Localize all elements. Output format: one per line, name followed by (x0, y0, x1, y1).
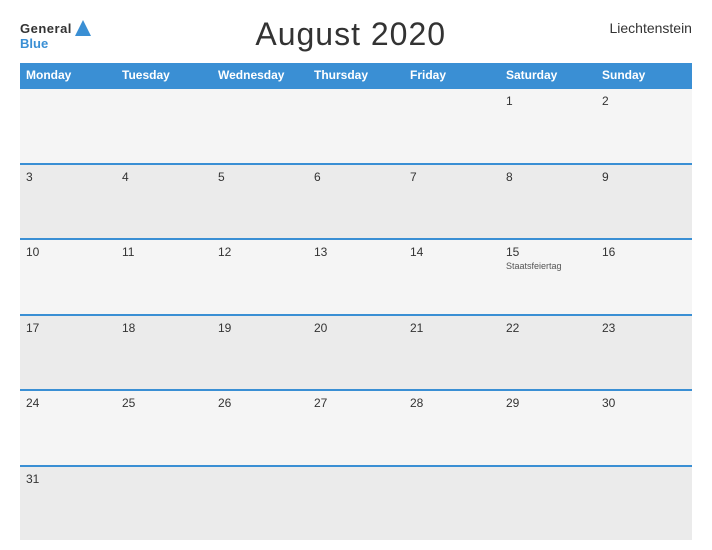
table-row[interactable]: 22 (500, 316, 596, 390)
table-row[interactable]: 9 (596, 165, 692, 239)
table-row[interactable] (404, 89, 500, 163)
calendar-row-0: 12 (20, 87, 692, 163)
table-row[interactable]: 28 (404, 391, 500, 465)
table-row[interactable]: 19 (212, 316, 308, 390)
table-row[interactable] (116, 89, 212, 163)
day-number: 4 (122, 170, 206, 184)
table-row[interactable] (308, 467, 404, 541)
table-row[interactable]: 17 (20, 316, 116, 390)
table-row[interactable]: 24 (20, 391, 116, 465)
day-number: 21 (410, 321, 494, 335)
calendar-row-1: 3456789 (20, 163, 692, 239)
table-row[interactable]: 6 (308, 165, 404, 239)
day-number: 19 (218, 321, 302, 335)
day-number: 23 (602, 321, 686, 335)
day-number: 12 (218, 245, 302, 259)
table-row[interactable]: 11 (116, 240, 212, 314)
table-row[interactable]: 25 (116, 391, 212, 465)
table-row[interactable]: 12 (212, 240, 308, 314)
table-row[interactable]: 2 (596, 89, 692, 163)
table-row[interactable] (308, 89, 404, 163)
day-number: 31 (26, 472, 110, 486)
table-row[interactable]: 27 (308, 391, 404, 465)
table-row[interactable]: 21 (404, 316, 500, 390)
table-row[interactable]: 13 (308, 240, 404, 314)
weekday-thursday: Thursday (308, 63, 404, 87)
day-number: 29 (506, 396, 590, 410)
calendar-header: Monday Tuesday Wednesday Thursday Friday… (20, 63, 692, 87)
weekday-wednesday: Wednesday (212, 63, 308, 87)
table-row[interactable] (404, 467, 500, 541)
table-row[interactable]: 10 (20, 240, 116, 314)
day-number: 30 (602, 396, 686, 410)
calendar-row-5: 31 (20, 465, 692, 541)
day-number: 26 (218, 396, 302, 410)
table-row[interactable]: 23 (596, 316, 692, 390)
weekday-sunday: Sunday (596, 63, 692, 87)
table-row[interactable]: 4 (116, 165, 212, 239)
weekday-monday: Monday (20, 63, 116, 87)
day-number: 28 (410, 396, 494, 410)
day-number: 20 (314, 321, 398, 335)
calendar-row-2: 10 11 12 13 14 15 Staatsfeiertag 16 (20, 238, 692, 314)
table-row[interactable]: 14 (404, 240, 500, 314)
table-row[interactable]: 3 (20, 165, 116, 239)
table-row[interactable]: 20 (308, 316, 404, 390)
day-number: 15 (506, 245, 590, 259)
calendar-title: August 2020 (255, 16, 446, 53)
page: General Blue August 2020 Liechtenstein M… (0, 0, 712, 550)
weekday-tuesday: Tuesday (116, 63, 212, 87)
day-event: Staatsfeiertag (506, 261, 590, 271)
table-row[interactable]: 30 (596, 391, 692, 465)
table-row[interactable]: 26 (212, 391, 308, 465)
logo-blue-text: Blue (20, 37, 92, 50)
day-number: 11 (122, 245, 206, 259)
day-number: 3 (26, 170, 110, 184)
table-row[interactable] (212, 89, 308, 163)
table-row[interactable] (116, 467, 212, 541)
day-number: 7 (410, 170, 494, 184)
table-row[interactable]: 18 (116, 316, 212, 390)
day-number: 13 (314, 245, 398, 259)
table-row[interactable]: 29 (500, 391, 596, 465)
table-row[interactable]: 1 (500, 89, 596, 163)
logo-general-text: General (20, 22, 72, 35)
day-number: 16 (602, 245, 686, 259)
table-row[interactable] (500, 467, 596, 541)
day-number: 8 (506, 170, 590, 184)
day-number: 27 (314, 396, 398, 410)
logo-flag-icon (74, 19, 92, 37)
header: General Blue August 2020 Liechtenstein (20, 16, 692, 53)
table-row[interactable]: 15 Staatsfeiertag (500, 240, 596, 314)
weekday-saturday: Saturday (500, 63, 596, 87)
day-number: 10 (26, 245, 110, 259)
day-number: 14 (410, 245, 494, 259)
day-number: 22 (506, 321, 590, 335)
logo: General Blue (20, 19, 92, 50)
day-number: 17 (26, 321, 110, 335)
table-row[interactable]: 7 (404, 165, 500, 239)
day-number: 6 (314, 170, 398, 184)
day-number: 1 (506, 94, 590, 108)
calendar-body: 123456789101112131415Staatsfeiertag16171… (20, 87, 692, 540)
table-row[interactable] (212, 467, 308, 541)
day-number: 9 (602, 170, 686, 184)
day-number: 25 (122, 396, 206, 410)
calendar-row-4: 24 25 26 27 28 29 30 (20, 389, 692, 465)
calendar: Monday Tuesday Wednesday Thursday Friday… (20, 63, 692, 540)
weekday-friday: Friday (404, 63, 500, 87)
day-number: 2 (602, 94, 686, 108)
table-row[interactable]: 5 (212, 165, 308, 239)
day-number: 24 (26, 396, 110, 410)
table-row[interactable]: 31 (20, 467, 116, 541)
table-row[interactable] (596, 467, 692, 541)
table-row[interactable]: 16 (596, 240, 692, 314)
table-row[interactable]: 8 (500, 165, 596, 239)
table-row[interactable] (20, 89, 116, 163)
calendar-row-3: 17 18 19 20 21 22 23 (20, 314, 692, 390)
country-label: Liechtenstein (609, 20, 692, 36)
day-number: 5 (218, 170, 302, 184)
day-number: 18 (122, 321, 206, 335)
